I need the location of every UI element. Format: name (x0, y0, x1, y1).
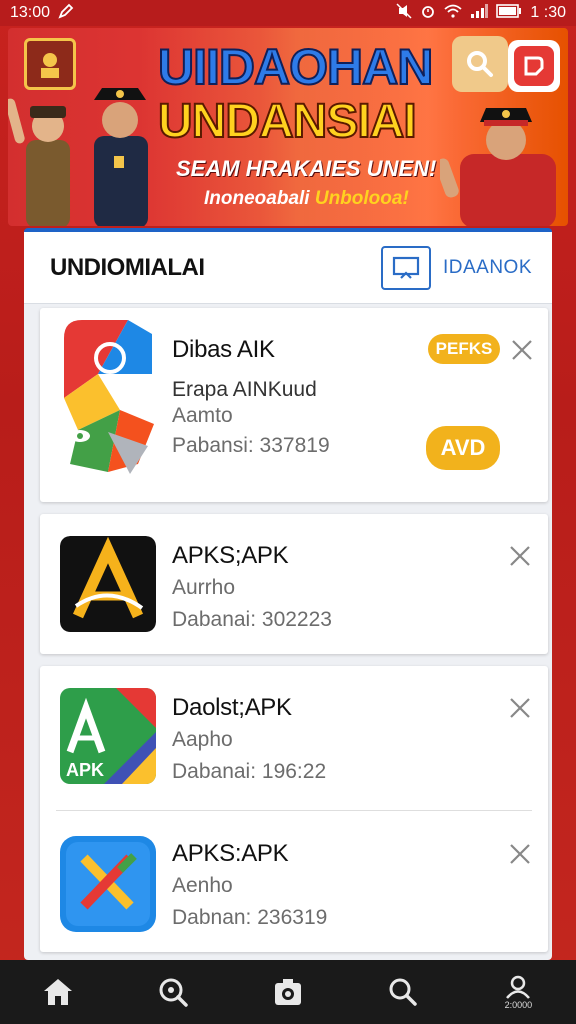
search-icon (389, 978, 417, 1006)
app-logo-icon (524, 56, 544, 76)
nav-camera[interactable] (258, 962, 318, 1022)
status-time: 13:00 (10, 4, 51, 21)
emblem-logo (24, 38, 76, 90)
app-name: APKS;APK (172, 542, 289, 569)
nav-search[interactable] (373, 962, 433, 1022)
wifi-icon (444, 4, 462, 23)
panel-action-label[interactable]: IDAANOK (443, 257, 532, 279)
downloads-panel: UNDIOMIALAI IDAANOK Dibas AIK Erapa AINK… (24, 228, 552, 960)
panel-action[interactable]: IDAANOK (380, 245, 532, 290)
app-publisher: Erapa AINKuud (172, 378, 317, 401)
alarm-icon (420, 3, 436, 24)
promo-banner[interactable]: UIIDAOHAN UNDANSIAI SEAM HRAKAIES UNEN! … (8, 28, 568, 226)
app-icon-dibas (64, 320, 154, 474)
search-icon (159, 978, 188, 1007)
cast-button[interactable] (380, 245, 431, 290)
list-item-group: APK Daolst;APK Aapho Dabanai: 196:22 APK… (40, 666, 548, 952)
app-name: Dibas AIK (172, 336, 275, 363)
status-bar: 13:00 1 :30 (0, 0, 576, 26)
install-button[interactable]: AVD (426, 426, 500, 470)
app-icon-apks-dark (60, 536, 156, 632)
app-meta: Aurrho (172, 576, 236, 599)
panel-title: UNDIOMIALAI (50, 253, 205, 281)
app-name: Daolst;APK (172, 694, 292, 721)
home-icon (43, 979, 72, 1005)
app-meta: Aapho (172, 728, 233, 751)
bottom-navigation: 2:0000 (0, 960, 576, 1024)
nav-discover[interactable] (143, 962, 203, 1022)
list-item[interactable]: Dibas AIK Erapa AINKuud Aamto Pabansi: 3… (40, 308, 548, 502)
close-icon[interactable] (508, 336, 536, 364)
app-size: Pabansi: 337819 (172, 434, 330, 457)
banner-tagline: Inoneoabali Unbolooa! (204, 188, 409, 210)
nav-home[interactable] (28, 962, 88, 1022)
signal-icon (470, 3, 489, 23)
status-badge: PEFKS (428, 334, 500, 364)
close-icon[interactable] (506, 840, 534, 868)
divider (56, 810, 532, 811)
panel-header: UNDIOMIALAI IDAANOK (24, 232, 552, 304)
app-shortcut-button[interactable] (508, 40, 560, 92)
battery-icon (496, 3, 522, 23)
banner-tagline-a: Inoneoabali (204, 188, 310, 209)
app-size: Dabanai: 302223 (172, 608, 332, 631)
app-icon-apks-blue (60, 836, 156, 932)
list-item[interactable]: APK Daolst;APK Aapho Dabanai: 196:22 (40, 666, 548, 806)
app-size: Dabanai: 196:22 (172, 760, 327, 783)
status-clock: 1 :30 (530, 4, 566, 21)
nav-profile[interactable]: 2:0000 (488, 962, 548, 1022)
list-item[interactable]: APKS;APK Aurrho Dabanai: 302223 (40, 514, 548, 654)
banner-title-second: UNDANSIAI (157, 94, 418, 149)
officer-figure-center (94, 88, 148, 226)
banner-subtitle: SEAM HRAKAIES UNEN! (176, 156, 437, 181)
app-meta: Aamto (172, 404, 233, 427)
pencil-icon (58, 3, 74, 24)
search-icon (467, 51, 493, 77)
list-item[interactable]: APKS:APK Aenho Dabnan: 236319 (40, 812, 548, 952)
app-size: Dabnan: 236319 (172, 906, 328, 929)
close-icon[interactable] (506, 542, 534, 570)
officer-figure-right (440, 108, 556, 226)
app-name: APKS:APK (172, 840, 289, 867)
close-icon[interactable] (506, 694, 534, 722)
search-button[interactable] (452, 36, 508, 92)
officer-figure-left (8, 98, 70, 226)
banner-tagline-b: Unbolooa! (314, 188, 409, 209)
cast-icon (392, 256, 420, 279)
camera-icon (274, 979, 301, 1005)
app-meta: Aenho (172, 874, 233, 897)
user-icon (506, 975, 531, 999)
banner-title: UIIDAOHAN (157, 38, 434, 96)
profile-caption: 2:0000 (504, 999, 533, 1010)
app-icon-label: APK (66, 760, 105, 780)
mute-icon (396, 2, 412, 24)
